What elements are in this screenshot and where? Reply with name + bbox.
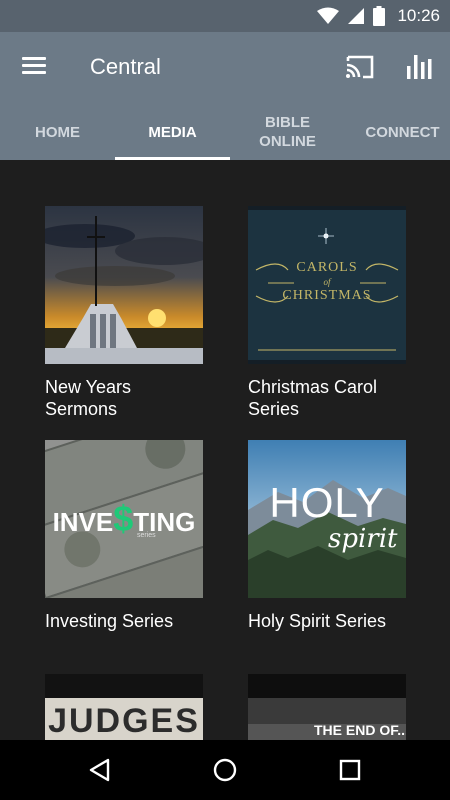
tab-connect[interactable]: CONNECT [345,104,450,160]
of-word: of [323,277,331,287]
media-card-new-years[interactable]: New Years Sermons [45,206,203,420]
navigation-bar [0,740,450,800]
tab-connect-label: CONNECT [365,123,440,141]
app-bar: Central HOME MEDIA BIBLE ONLINE CONNECT [0,32,450,160]
the-end-words: THE END OF... [314,722,406,738]
toolbar: Central [0,32,450,104]
carols-art-text: CAROLS of CHRISTMAS [248,260,406,304]
dollar-sign: $ [113,498,134,539]
tab-media-label: MEDIA [148,123,197,141]
media-card-holy-spirit[interactable]: HOLY spirit Holy Spirit Series [248,440,406,632]
back-icon[interactable] [86,756,114,784]
judges-word: JUDGES [48,702,200,740]
media-card-judges[interactable]: JUDGES [45,674,203,740]
media-card-title: Holy Spirit Series [248,611,387,631]
carols-word: CAROLS [296,260,358,275]
media-card-investing[interactable]: INVE$TING series Investing Series [45,440,203,632]
status-bar: 10:26 [0,0,450,32]
cell-signal-icon [348,8,365,24]
app-title: Central [90,54,161,79]
tab-bar: HOME MEDIA BIBLE ONLINE CONNECT [0,104,450,160]
battery-icon [373,6,386,26]
media-thumbnail: HOLY spirit [248,440,406,598]
media-thumbnail: JUDGES [45,674,203,740]
series-word: series [137,532,156,539]
investing-prefix: INVE [52,507,114,537]
media-thumbnail: INVE$TING series [45,440,203,598]
tab-media[interactable]: MEDIA [115,104,230,160]
media-card-title: Investing Series [45,611,174,631]
status-time: 10:26 [397,6,440,25]
media-card-christmas-carol[interactable]: CAROLS of CHRISTMAS Christmas Carol Seri… [248,206,406,420]
holy-word: HOLY [269,479,385,526]
media-card-title: New Years Sermons [45,377,132,419]
tab-bible-online[interactable]: BIBLE ONLINE [230,104,345,160]
media-thumbnail: THE END OF... [248,674,406,740]
home-icon[interactable] [211,756,239,784]
media-grid: New Years Sermons CAROLS of CHRISTMAS Ch… [0,160,450,740]
tab-home[interactable]: HOME [0,104,115,160]
spirit-word: spirit [328,524,398,554]
media-thumbnail [45,206,203,364]
cast-icon[interactable] [345,54,375,80]
tab-home-label: HOME [35,123,80,141]
status-icons: 10:26 [317,0,440,32]
media-thumbnail: CAROLS of CHRISTMAS [248,206,406,364]
menu-icon[interactable] [22,56,48,76]
tab-bible-online-label: BIBLE ONLINE [259,114,316,150]
christmas-word: CHRISTMAS [282,288,372,303]
wifi-icon [317,7,340,24]
media-card-title: Christmas Carol Series [248,377,378,419]
bar-chart-icon[interactable] [406,52,434,80]
recents-icon[interactable] [336,756,364,784]
media-card-the-end[interactable]: THE END OF... [248,674,406,740]
investing-art-text: INVE$TING [45,498,203,540]
